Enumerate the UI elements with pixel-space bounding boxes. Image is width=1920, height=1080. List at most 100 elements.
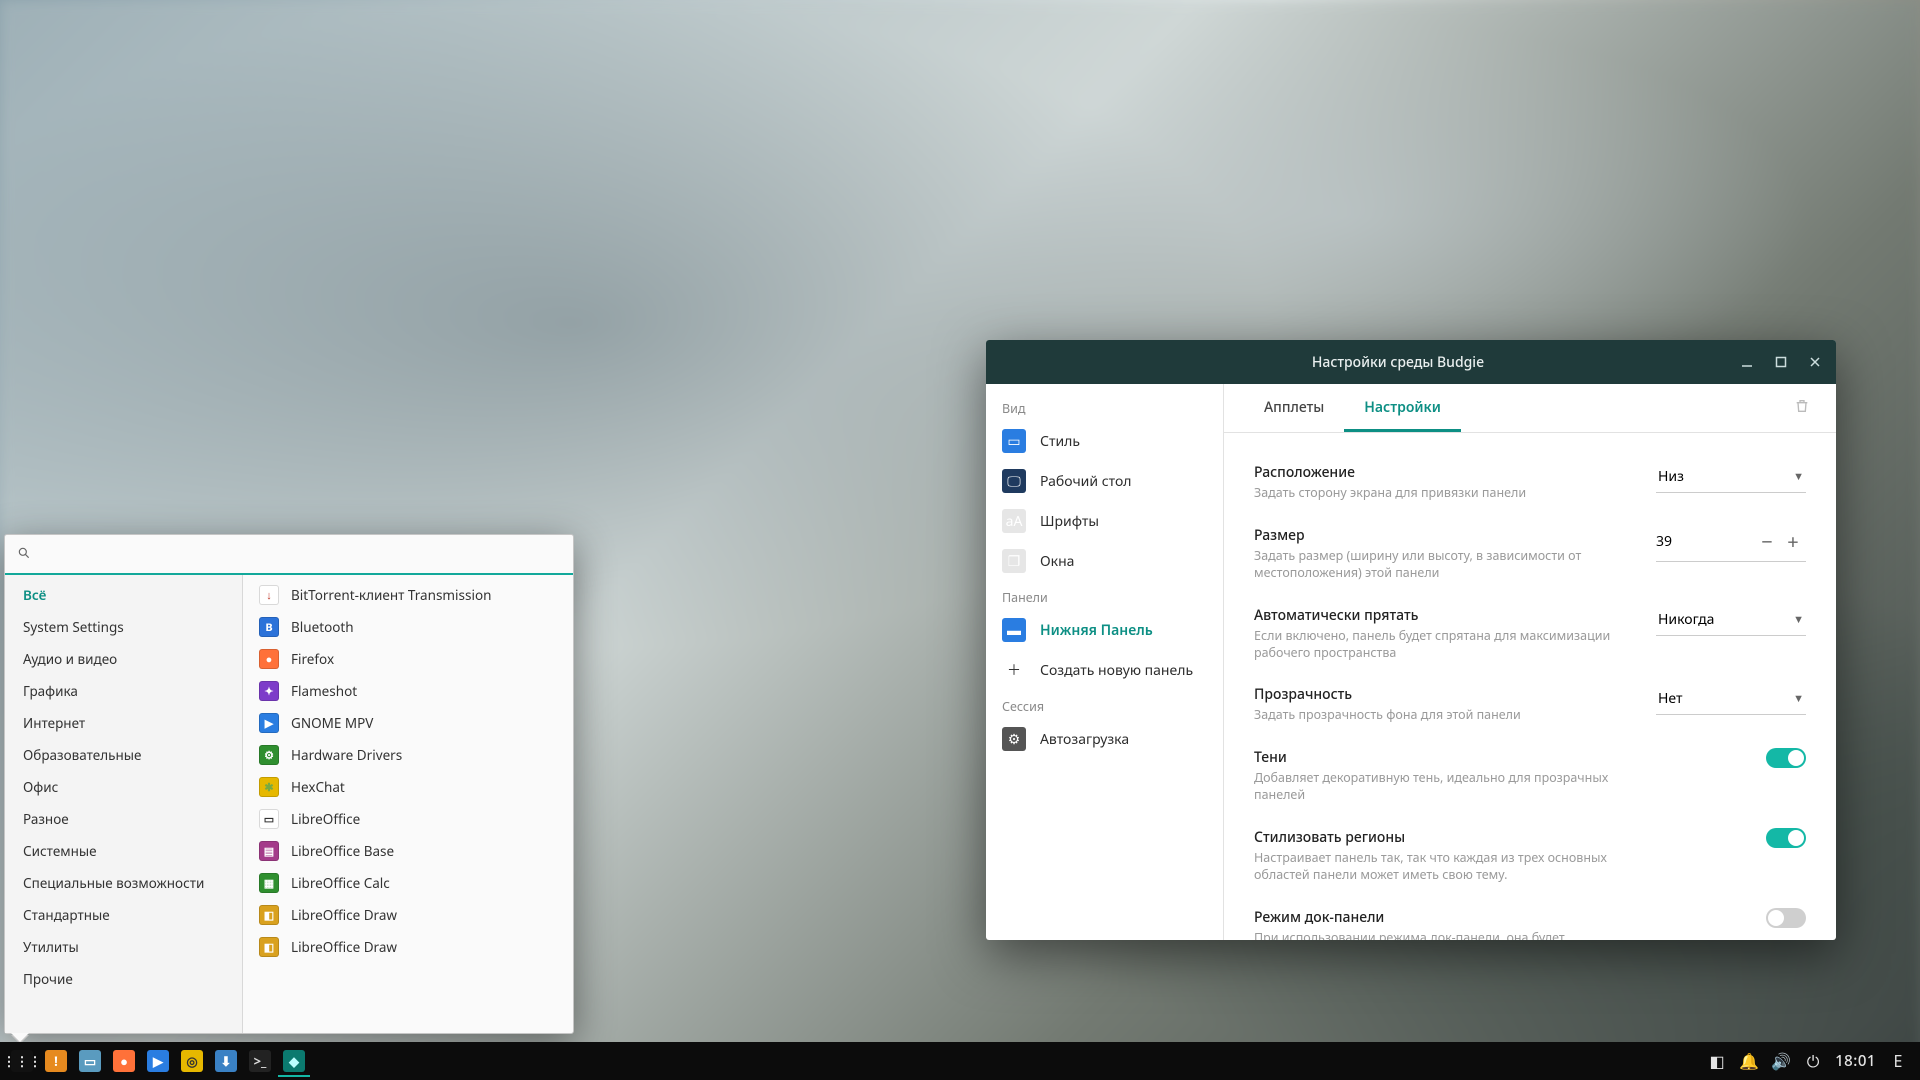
- firefox-icon[interactable]: ●: [108, 1045, 140, 1077]
- software-icon[interactable]: ⬇: [210, 1045, 242, 1077]
- terminal-icon[interactable]: >_: [244, 1045, 276, 1077]
- sidebar-item[interactable]: ⚙ Автозагрузка: [986, 719, 1223, 759]
- sidebar-item[interactable]: ▬ Нижняя Панель: [986, 610, 1223, 650]
- app-item[interactable]: ⚙ Hardware Drivers: [243, 739, 573, 771]
- bottom-panel: ⋮⋮⋮!▭●▶◎⬇>_◆ ◧ 🔔 🔊 ⏻ 18:01 E: [0, 1042, 1920, 1080]
- app-icon: ◧: [259, 905, 279, 925]
- app-item[interactable]: ▤ LibreOffice Base: [243, 835, 573, 867]
- app-menu-search-input[interactable]: [39, 545, 561, 564]
- category-item[interactable]: Специальные возможности: [5, 867, 242, 899]
- sidebar-item[interactable]: ❐ Окна: [986, 541, 1223, 581]
- search-icon: [17, 543, 31, 565]
- sidebar-item-label: Окна: [1040, 552, 1074, 571]
- app-item[interactable]: ◧ LibreOffice Draw: [243, 899, 573, 931]
- close-button[interactable]: [1806, 353, 1824, 371]
- sidebar-item[interactable]: 🖵 Рабочий стол: [986, 461, 1223, 501]
- sidebar-item-label: Создать новую панель: [1040, 661, 1193, 680]
- session-indicator[interactable]: E: [1888, 1051, 1908, 1071]
- autohide-select[interactable]: Никогда ▼: [1656, 606, 1806, 636]
- sidebar-item[interactable]: aA Шрифты: [986, 501, 1223, 541]
- sidebar-item-icon: ▭: [1002, 429, 1026, 453]
- sidebar-item-icon: ⚙: [1002, 727, 1026, 751]
- size-increment[interactable]: +: [1780, 528, 1806, 555]
- power-icon[interactable]: ⏻: [1803, 1051, 1823, 1071]
- app-label: LibreOffice Base: [291, 842, 394, 860]
- app-label: BitTorrent-клиент Transmission: [291, 586, 491, 604]
- setting-row-position: Расположение Задать сторону экрана для п…: [1254, 451, 1806, 514]
- app-item[interactable]: ↓ BitTorrent-клиент Transmission: [243, 579, 573, 611]
- app-icon: ✦: [259, 681, 279, 701]
- app-label: LibreOffice: [291, 810, 360, 828]
- app-item[interactable]: ▦ LibreOffice Calc: [243, 867, 573, 899]
- chevron-down-icon: ▼: [1793, 691, 1804, 706]
- gnomempv-icon[interactable]: ▶: [142, 1045, 174, 1077]
- delete-panel-button[interactable]: [1788, 397, 1816, 419]
- transparency-title: Прозрачность: [1254, 685, 1636, 704]
- window-titlebar[interactable]: Настройки среды Budgie: [986, 340, 1836, 384]
- sidebar-item-label: Шрифты: [1040, 512, 1099, 531]
- rhythmbox-icon[interactable]: ◎: [176, 1045, 208, 1077]
- app-menu-app-list: ↓ BitTorrent-клиент TransmissionB Blueto…: [243, 575, 573, 1033]
- files-icon[interactable]: ▭: [74, 1045, 106, 1077]
- category-item[interactable]: Стандартные: [5, 899, 242, 931]
- maximize-button[interactable]: [1772, 353, 1790, 371]
- app-item[interactable]: B Bluetooth: [243, 611, 573, 643]
- category-item[interactable]: System Settings: [5, 611, 242, 643]
- category-item[interactable]: Офис: [5, 771, 242, 803]
- styleregions-toggle[interactable]: [1766, 828, 1806, 848]
- apps-icon[interactable]: ⋮⋮⋮: [6, 1045, 38, 1077]
- autohide-description: Если включено, панель будет спрятана для…: [1254, 628, 1636, 662]
- category-item[interactable]: Разное: [5, 803, 242, 835]
- setting-row-autohide: Автоматически прятать Если включено, пан…: [1254, 594, 1806, 674]
- position-select[interactable]: Низ ▼: [1656, 463, 1806, 493]
- minimize-button[interactable]: [1738, 353, 1756, 371]
- app-icon: ✱: [259, 777, 279, 797]
- category-item[interactable]: Утилиты: [5, 931, 242, 963]
- app-item[interactable]: ✱ HexChat: [243, 771, 573, 803]
- dockmode-toggle[interactable]: [1766, 908, 1806, 928]
- category-item[interactable]: Аудио и видео: [5, 643, 242, 675]
- app-item[interactable]: ◧ LibreOffice Draw: [243, 931, 573, 963]
- tab-Настройки[interactable]: Настройки: [1344, 384, 1461, 432]
- shadows-title: Тени: [1254, 748, 1636, 767]
- app-item[interactable]: ▶ GNOME MPV: [243, 707, 573, 739]
- category-item[interactable]: Прочие: [5, 963, 242, 995]
- size-decrement[interactable]: −: [1754, 528, 1780, 555]
- app-label: LibreOffice Calc: [291, 874, 390, 892]
- transparency-value: Нет: [1658, 689, 1683, 708]
- sidebar-item-icon: aA: [1002, 509, 1026, 533]
- app-menu-search-row: [5, 535, 573, 575]
- budgie-settings-window: Настройки среды Budgie Вид▭ Стиль🖵 Рабоч…: [986, 340, 1836, 940]
- category-item[interactable]: Всё: [5, 579, 242, 611]
- transparency-description: Задать прозрачность фона для этой панели: [1254, 707, 1636, 724]
- budgie-settings-icon[interactable]: ◆: [278, 1045, 310, 1077]
- shadows-description: Добавляет декоративную тень, идеально дл…: [1254, 770, 1636, 804]
- sidebar-item-icon: ▬: [1002, 618, 1026, 642]
- app-icon: ↓: [259, 585, 279, 605]
- notification-bell-icon[interactable]: 🔔: [1739, 1051, 1759, 1071]
- category-item[interactable]: Системные: [5, 835, 242, 867]
- autohide-value: Никогда: [1658, 610, 1714, 629]
- category-item[interactable]: Интернет: [5, 707, 242, 739]
- settings-sidebar: Вид▭ Стиль🖵 Рабочий столaA Шрифты❐ ОкнаП…: [986, 384, 1224, 940]
- size-value: 39: [1656, 532, 1754, 551]
- notify-icon[interactable]: !: [40, 1045, 72, 1077]
- tab-Апплеты[interactable]: Апплеты: [1244, 384, 1344, 432]
- clock[interactable]: 18:01: [1835, 1051, 1876, 1071]
- shadows-toggle[interactable]: [1766, 748, 1806, 768]
- volume-icon[interactable]: 🔊: [1771, 1051, 1791, 1071]
- sidebar-item[interactable]: ▭ Стиль: [986, 421, 1223, 461]
- app-item[interactable]: ✦ Flameshot: [243, 675, 573, 707]
- dockmode-description: При использовании режима док-панели, она…: [1254, 930, 1636, 940]
- sidebar-item-label: Автозагрузка: [1040, 730, 1129, 749]
- settings-panel-content: Расположение Задать сторону экрана для п…: [1224, 433, 1836, 940]
- category-item[interactable]: Образовательные: [5, 739, 242, 771]
- setting-row-size: Размер Задать размер (ширину или высоту,…: [1254, 514, 1806, 594]
- app-item[interactable]: ● Firefox: [243, 643, 573, 675]
- workspace-icon[interactable]: ◧: [1707, 1051, 1727, 1071]
- transparency-select[interactable]: Нет ▼: [1656, 685, 1806, 715]
- category-item[interactable]: Графика: [5, 675, 242, 707]
- app-item[interactable]: ▭ LibreOffice: [243, 803, 573, 835]
- sidebar-item[interactable]: ＋ Создать новую панель: [986, 650, 1223, 690]
- app-label: Hardware Drivers: [291, 746, 402, 764]
